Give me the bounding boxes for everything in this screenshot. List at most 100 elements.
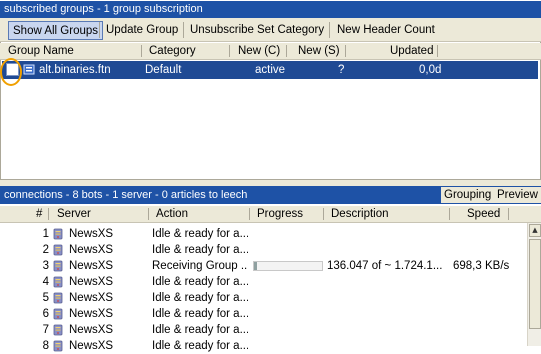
server-icon xyxy=(53,260,63,272)
connection-row[interactable]: 2 NewsXS Idle & ready for a... xyxy=(0,242,527,258)
toolbar-separator xyxy=(99,22,100,38)
toolbar-separator xyxy=(329,22,330,38)
connections-column-header: # Server Action Progress Description Spe… xyxy=(0,206,541,223)
set-category-button[interactable]: Set Category xyxy=(253,21,328,40)
connection-number: 5 xyxy=(42,292,49,304)
connection-action: Idle & ready for a... xyxy=(152,308,248,320)
connection-server: NewsXS xyxy=(69,324,114,336)
server-icon xyxy=(53,228,63,240)
group-category: Default xyxy=(145,64,182,76)
connection-server: NewsXS xyxy=(69,340,114,352)
column-divider xyxy=(286,45,287,57)
connection-action: Idle & ready for a... xyxy=(152,340,248,352)
column-divider xyxy=(449,208,450,220)
connection-server: NewsXS xyxy=(69,260,114,272)
connection-row[interactable]: 8 NewsXS Idle & ready for a... xyxy=(0,338,527,354)
scroll-up-button[interactable]: ▲ xyxy=(529,224,541,237)
update-group-button[interactable]: Update Group xyxy=(102,21,182,40)
column-new-c[interactable]: New (C) xyxy=(238,43,280,59)
connection-number: 8 xyxy=(42,340,49,352)
server-icon xyxy=(53,276,63,288)
column-action[interactable]: Action xyxy=(156,206,188,222)
toolbar-separator xyxy=(183,22,184,38)
connection-number: 2 xyxy=(42,244,49,256)
column-updated[interactable]: Updated xyxy=(390,43,433,59)
connections-pane-title: connections - 8 bots - 1 server - 0 arti… xyxy=(4,189,248,201)
grouping-button[interactable]: Grouping xyxy=(441,187,495,203)
connection-action: Idle & ready for a... xyxy=(152,228,248,240)
column-divider xyxy=(345,45,346,57)
column-divider xyxy=(437,45,438,57)
server-icon xyxy=(53,292,63,304)
unsubscribe-button[interactable]: Unsubscribe xyxy=(186,21,258,40)
column-divider xyxy=(48,208,49,220)
connection-number: 1 xyxy=(42,228,49,240)
connection-action: Idle & ready for a... xyxy=(152,324,248,336)
column-speed[interactable]: Speed xyxy=(467,206,500,222)
show-all-groups-button[interactable]: Show All Groups xyxy=(8,21,104,40)
column-divider xyxy=(148,208,149,220)
server-icon xyxy=(53,324,63,336)
group-updated: 0,0d xyxy=(419,64,442,76)
groups-column-header: Group Name Category New (C) New (S) Upda… xyxy=(0,43,541,60)
connections-pane-header: connections - 8 bots - 1 server - 0 arti… xyxy=(0,186,541,204)
group-new-s: ? xyxy=(338,64,345,76)
connection-row[interactable]: 1 NewsXS Idle & ready for a... xyxy=(0,226,527,242)
connection-action: Idle & ready for a... xyxy=(152,292,248,304)
connection-server: NewsXS xyxy=(69,244,114,256)
connection-description xyxy=(327,306,449,322)
column-divider xyxy=(508,208,509,220)
column-group-name[interactable]: Group Name xyxy=(8,43,74,59)
connection-number: 4 xyxy=(42,276,49,288)
column-description[interactable]: Description xyxy=(331,206,389,222)
connection-number: 7 xyxy=(42,324,49,336)
connection-row[interactable]: 5 NewsXS Idle & ready for a... xyxy=(0,290,527,306)
column-divider xyxy=(229,45,230,57)
connection-action: Idle & ready for a... xyxy=(152,244,248,256)
server-icon xyxy=(53,340,63,352)
group-name: alt.binaries.ftn xyxy=(39,64,111,76)
column-progress[interactable]: Progress xyxy=(257,206,303,222)
connection-description xyxy=(327,338,449,354)
groups-toolbar: Show All Groups Update Group Unsubscribe… xyxy=(0,18,541,42)
connection-description: 136.047 of ~ 1.724.1... xyxy=(327,260,443,272)
groups-pane-title: subscribed groups - 1 group subscription xyxy=(0,1,541,18)
column-divider xyxy=(141,45,142,57)
connection-row[interactable]: 7 NewsXS Idle & ready for a... xyxy=(0,322,527,338)
connection-description xyxy=(327,322,449,338)
connections-scrollbar[interactable]: ▲ xyxy=(527,223,541,346)
server-icon xyxy=(53,308,63,320)
connection-description xyxy=(327,226,449,242)
connection-row[interactable]: 3 NewsXS Receiving Group ... 136.047 of … xyxy=(0,258,527,274)
connection-number: 6 xyxy=(42,308,49,320)
server-icon xyxy=(53,244,63,256)
preview-button[interactable]: Preview xyxy=(494,187,541,203)
connection-row[interactable]: 4 NewsXS Idle & ready for a... xyxy=(0,274,527,290)
progress-bar xyxy=(253,261,323,271)
connection-server: NewsXS xyxy=(69,292,114,304)
column-server[interactable]: Server xyxy=(57,206,91,222)
scroll-thumb[interactable] xyxy=(529,239,541,329)
connection-description xyxy=(327,274,449,290)
connection-server: NewsXS xyxy=(69,276,114,288)
newsgroup-icon xyxy=(23,64,35,75)
group-new-c: active xyxy=(255,64,286,76)
highlight-circle xyxy=(0,58,22,86)
column-new-s[interactable]: New (S) xyxy=(298,43,340,59)
column-number[interactable]: # xyxy=(36,206,42,222)
connection-server: NewsXS xyxy=(69,308,114,320)
connection-server: NewsXS xyxy=(69,228,114,240)
column-divider xyxy=(323,208,324,220)
group-row[interactable]: alt.binaries.ftn Default active ? 0,0d xyxy=(2,61,538,79)
new-header-count-button[interactable]: New Header Count xyxy=(333,21,439,40)
connection-action: Receiving Group ... xyxy=(152,260,248,272)
connection-description xyxy=(327,242,449,258)
connection-speed: 698,3 KB/s xyxy=(453,260,510,272)
column-divider xyxy=(249,208,250,220)
progress-fill xyxy=(254,262,257,270)
connection-number: 3 xyxy=(42,260,49,272)
connection-action: Idle & ready for a... xyxy=(152,276,248,288)
connection-description xyxy=(327,290,449,306)
connection-row[interactable]: 6 NewsXS Idle & ready for a... xyxy=(0,306,527,322)
column-category[interactable]: Category xyxy=(149,43,196,59)
